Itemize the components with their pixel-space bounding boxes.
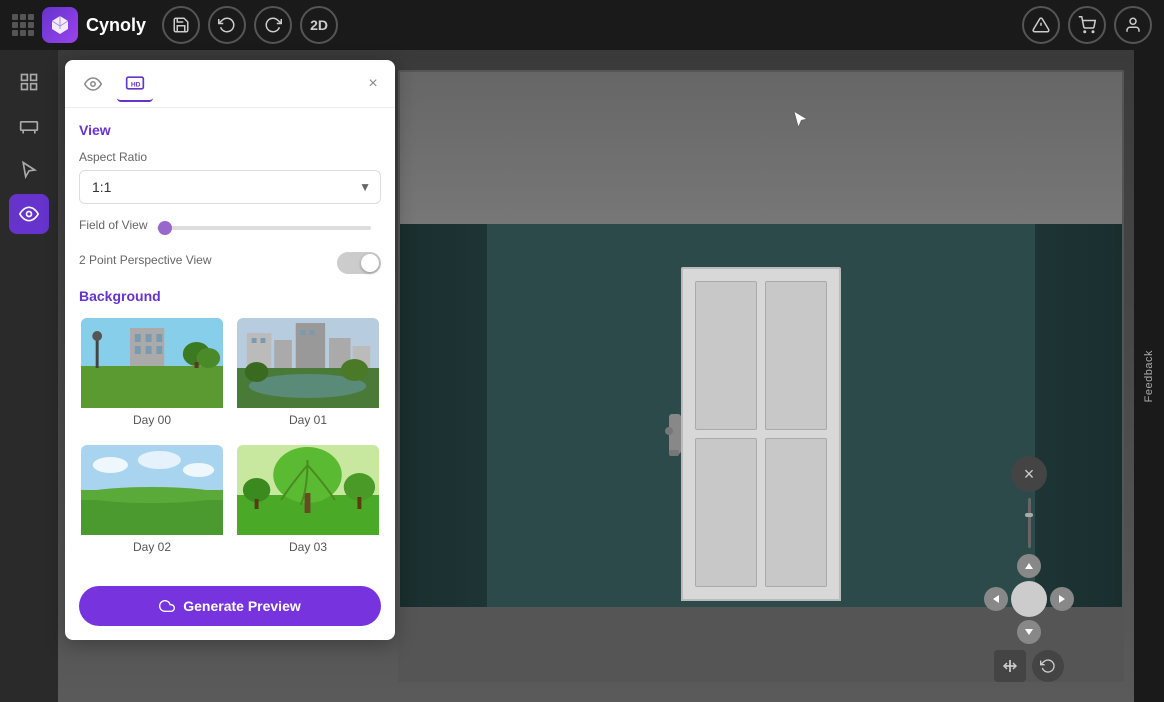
bg-card-day00[interactable]: Day 00 xyxy=(79,316,225,433)
toggle-knob xyxy=(361,254,379,272)
bg-thumb-day00 xyxy=(81,318,223,408)
nav-center-button[interactable] xyxy=(1011,581,1047,617)
warning-button[interactable] xyxy=(1022,6,1060,44)
door-panel-bl xyxy=(695,438,757,587)
bg-thumb-day01 xyxy=(237,318,379,408)
mode-2d-label: 2D xyxy=(310,17,328,33)
tab-hd[interactable]: HD xyxy=(117,66,153,102)
logo: Cynoly xyxy=(12,7,146,43)
background-grid: Day 00 xyxy=(79,316,381,560)
view-section-label: View xyxy=(79,122,381,138)
fov-label: Field of View xyxy=(79,218,147,232)
two-point-perspective-row: 2 Point Perspective View xyxy=(79,252,381,274)
close-icon: × xyxy=(1024,464,1035,485)
door-panel-tl xyxy=(695,281,757,430)
bottom-action-row xyxy=(994,650,1064,682)
sidebar-item-pointer[interactable] xyxy=(9,150,49,190)
door-lock xyxy=(669,450,679,456)
bg-thumb-day02 xyxy=(81,445,223,535)
bg-label-day02: Day 02 xyxy=(81,535,223,558)
bg-card-day03[interactable]: Day 03 xyxy=(235,443,381,560)
nav-up-button[interactable] xyxy=(1017,554,1041,578)
panel-close-button[interactable]: × xyxy=(361,72,385,96)
close-overlay-button[interactable]: × xyxy=(1011,456,1047,492)
close-icon: × xyxy=(368,75,377,93)
save-button[interactable] xyxy=(162,6,200,44)
bg-card-day02[interactable]: Day 02 xyxy=(79,443,225,560)
nav-left-button[interactable] xyxy=(984,587,1008,611)
fov-slider-thumb xyxy=(158,221,172,235)
fov-slider[interactable] xyxy=(157,226,371,230)
aspect-ratio-label: Aspect Ratio xyxy=(79,150,381,164)
aspect-ratio-select[interactable]: 1:1 16:9 4:3 9:16 xyxy=(79,170,381,204)
field-of-view-row: Field of View xyxy=(79,218,381,238)
bg-card-day01[interactable]: Day 01 xyxy=(235,316,381,433)
door-knob xyxy=(665,427,673,435)
two-point-perspective-label: 2 Point Perspective View xyxy=(79,253,212,267)
view-panel: HD × View Aspect Ratio 1:1 16:9 4:3 9:16… xyxy=(65,60,395,640)
door xyxy=(681,267,841,601)
logo-icon xyxy=(42,7,78,43)
redo-button[interactable] xyxy=(254,6,292,44)
cart-button[interactable] xyxy=(1068,6,1106,44)
sidebar-item-edit[interactable] xyxy=(9,62,49,102)
panel-header: HD × xyxy=(65,60,395,108)
room-ceiling xyxy=(400,72,1122,224)
bg-thumb-day03 xyxy=(237,445,379,535)
svg-text:HD: HD xyxy=(131,81,141,88)
aspect-ratio-wrapper: 1:1 16:9 4:3 9:16 ▼ xyxy=(79,170,381,204)
bg-label-day01: Day 01 xyxy=(237,408,379,431)
mode-2d-button[interactable]: 2D xyxy=(300,6,338,44)
app-name: Cynoly xyxy=(86,15,146,36)
feedback-label: Feedback xyxy=(1143,350,1155,402)
cloud-icon xyxy=(159,598,175,614)
door-panel-tr xyxy=(765,281,827,430)
tab-view[interactable] xyxy=(75,66,111,102)
two-point-perspective-toggle[interactable] xyxy=(337,252,381,274)
reset-button[interactable] xyxy=(1032,650,1064,682)
generate-btn-label: Generate Preview xyxy=(183,598,301,614)
bg-label-day00: Day 00 xyxy=(81,408,223,431)
topbar: Cynoly 2D xyxy=(0,0,1164,50)
sidebar-item-furniture[interactable] xyxy=(9,106,49,146)
undo-button[interactable] xyxy=(208,6,246,44)
nav-down-button[interactable] xyxy=(1017,620,1041,644)
door-container xyxy=(681,267,841,601)
right-sidebar: Feedback xyxy=(1134,50,1164,702)
user-button[interactable] xyxy=(1114,6,1152,44)
door-panel-br xyxy=(765,438,827,587)
panel-body: View Aspect Ratio 1:1 16:9 4:3 9:16 ▼ Fi… xyxy=(65,108,395,640)
nav-pad xyxy=(984,554,1074,644)
generate-preview-button[interactable]: Generate Preview xyxy=(79,586,381,626)
logo-grid xyxy=(12,14,34,36)
move-button[interactable] xyxy=(994,650,1026,682)
nav-right-button[interactable] xyxy=(1050,587,1074,611)
topbar-right-actions xyxy=(1022,6,1152,44)
sidebar-item-eye[interactable] xyxy=(9,194,49,234)
background-section-label: Background xyxy=(79,288,381,304)
bg-label-day03: Day 03 xyxy=(237,535,379,558)
left-sidebar xyxy=(0,50,58,702)
